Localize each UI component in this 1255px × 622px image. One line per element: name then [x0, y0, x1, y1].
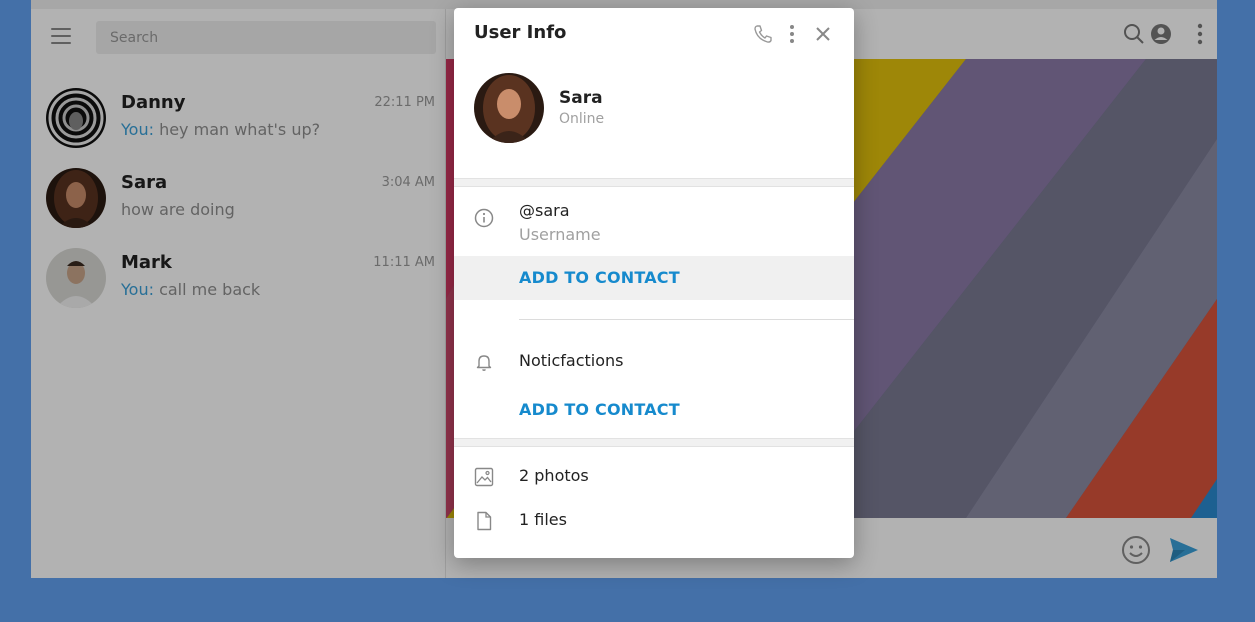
- user-info-dialog: User Info Sara Online @sara Username ADD…: [454, 8, 854, 558]
- section-separator: [454, 178, 854, 187]
- close-icon[interactable]: [812, 23, 834, 45]
- info-icon: [474, 208, 494, 228]
- username-label: Username: [519, 225, 601, 244]
- profile-name: Sara: [559, 88, 603, 108]
- bell-icon: [474, 352, 494, 372]
- profile-avatar[interactable]: [474, 73, 544, 143]
- media-files-item[interactable]: 1 files: [519, 510, 567, 529]
- file-icon: [474, 511, 494, 531]
- more-vertical-icon[interactable]: [781, 23, 803, 45]
- phone-icon[interactable]: [752, 23, 774, 45]
- section-separator: [454, 438, 854, 447]
- add-to-contact-button[interactable]: ADD TO CONTACT: [454, 256, 854, 300]
- image-icon: [474, 467, 494, 487]
- media-photos-item[interactable]: 2 photos: [519, 466, 589, 485]
- notifications-label[interactable]: Noticfactions: [519, 351, 624, 370]
- add-to-contact-button[interactable]: ADD TO CONTACT: [454, 388, 854, 432]
- profile-status: Online: [559, 111, 605, 127]
- add-to-contact-label: ADD TO CONTACT: [519, 268, 680, 287]
- add-to-contact-label: ADD TO CONTACT: [519, 400, 680, 419]
- dialog-title: User Info: [474, 22, 567, 43]
- divider: [519, 319, 854, 320]
- username-value: @sara: [519, 201, 570, 220]
